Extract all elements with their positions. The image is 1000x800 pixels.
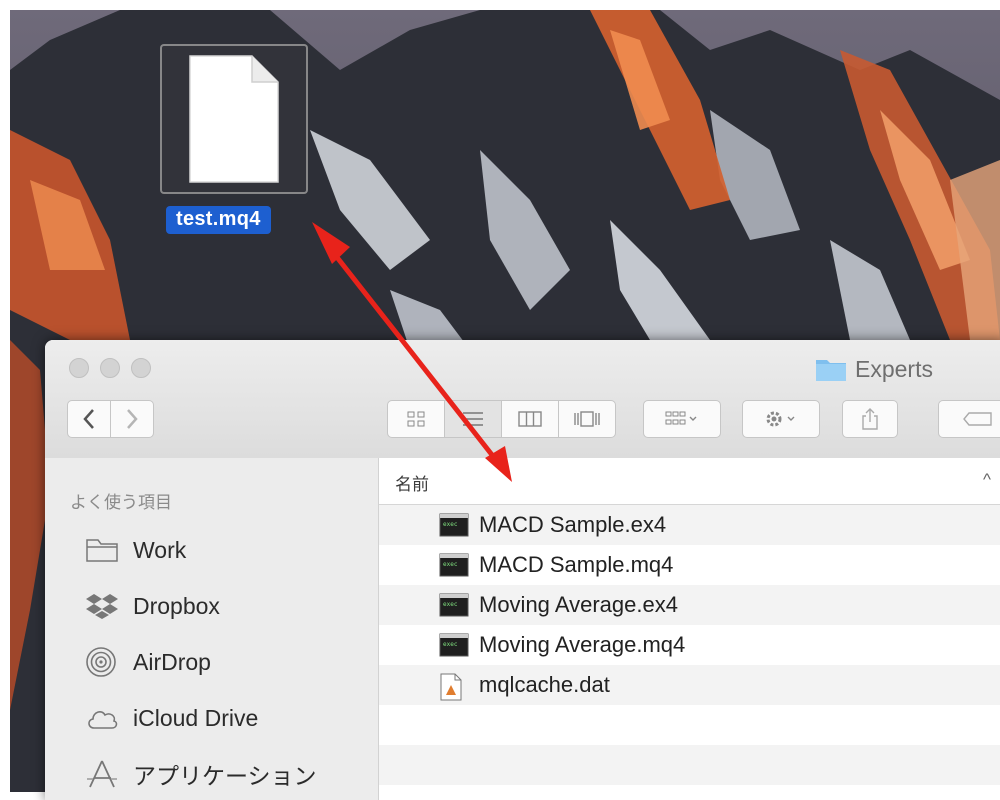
document-icon: [189, 55, 279, 183]
sidebar-item-icloud-drive[interactable]: iCloud Drive: [85, 700, 258, 736]
sidebar-item-dropbox[interactable]: Dropbox: [85, 588, 220, 624]
sidebar-item-label: Work: [133, 536, 187, 563]
sidebar-item-label: アプリケーション: [133, 763, 317, 789]
column-header-row: 名前 ^: [379, 458, 1000, 505]
file-row[interactable]: exec MACD Sample.mq4: [379, 545, 1000, 585]
back-icon: [83, 409, 94, 429]
sidebar-item-applications[interactable]: アプリケーション: [85, 756, 317, 792]
applications-icon: [87, 760, 117, 788]
data-file-icon: [440, 673, 462, 701]
back-button[interactable]: [67, 400, 111, 438]
close-button[interactable]: [69, 358, 89, 378]
finder-window: Experts よく使う項目 Work Dropbox AirDrop iClo…: [45, 340, 1000, 800]
sidebar-item-airdrop[interactable]: AirDrop: [85, 644, 211, 680]
svg-text:exec: exec: [443, 641, 458, 648]
svg-text:exec: exec: [443, 521, 458, 528]
sidebar: よく使う項目 Work Dropbox AirDrop iCloud Drive…: [45, 458, 379, 800]
file-row[interactable]: exec Moving Average.mq4: [379, 625, 1000, 665]
forward-icon: [127, 409, 138, 429]
file-name: MACD Sample.mq4: [479, 552, 674, 577]
share-icon: [862, 408, 878, 430]
icon-view-icon: [407, 411, 425, 427]
desktop-file-selection[interactable]: [160, 44, 308, 194]
arrange-button[interactable]: [643, 400, 721, 438]
window-title: Experts: [815, 354, 933, 384]
file-name: MACD Sample.ex4: [479, 512, 667, 537]
file-row[interactable]: exec Moving Average.ex4: [379, 585, 1000, 625]
column-view-icon: [518, 411, 542, 427]
file-row[interactable]: exec MACD Sample.ex4: [379, 505, 1000, 545]
coverflow-view-button[interactable]: [558, 400, 616, 438]
cloud-icon: [88, 710, 118, 729]
empty-row: [379, 705, 1000, 745]
empty-row: [379, 745, 1000, 785]
sidebar-item-work[interactable]: Work: [85, 532, 186, 568]
desktop-file-name[interactable]: test.mq4: [166, 206, 271, 234]
gear-icon: [766, 411, 795, 427]
sidebar-heading: よく使う項目: [70, 493, 172, 512]
forward-button[interactable]: [110, 400, 154, 438]
executable-icon: exec: [439, 633, 469, 657]
executable-icon: exec: [439, 593, 469, 617]
window-title-text: Experts: [855, 355, 933, 382]
file-name: Moving Average.ex4: [479, 592, 678, 617]
coverflow-view-icon: [574, 411, 600, 427]
sidebar-item-label: Dropbox: [133, 592, 220, 619]
dropbox-icon: [86, 594, 118, 619]
share-button[interactable]: [842, 400, 898, 438]
column-header-name[interactable]: 名前: [395, 470, 429, 495]
sidebar-item-label: iCloud Drive: [133, 704, 259, 731]
list-view-button[interactable]: [444, 400, 502, 438]
svg-text:exec: exec: [443, 601, 458, 608]
icon-view-button[interactable]: [387, 400, 445, 438]
column-view-button[interactable]: [501, 400, 559, 438]
tags-button[interactable]: [938, 400, 1000, 438]
file-name: mqlcache.dat: [479, 672, 610, 697]
sidebar-item-label: AirDrop: [133, 648, 211, 675]
folder-icon: [816, 360, 846, 381]
file-name: Moving Average.mq4: [479, 632, 686, 657]
minimize-button[interactable]: [100, 358, 120, 378]
executable-icon: exec: [439, 553, 469, 577]
tag-icon: [963, 412, 992, 426]
arrange-icon: [665, 411, 697, 425]
sort-indicator: ^: [983, 470, 991, 489]
titlebar: Experts: [45, 340, 1000, 459]
file-list: 名前 ^ exec MACD Sample.ex4 exec MACD Samp…: [379, 458, 1000, 800]
list-view-icon: [463, 412, 483, 426]
svg-text:exec: exec: [443, 561, 458, 568]
action-button[interactable]: [742, 400, 820, 438]
folder-icon: [86, 539, 118, 562]
file-row[interactable]: mqlcache.dat: [379, 665, 1000, 705]
zoom-button[interactable]: [131, 358, 151, 378]
airdrop-icon: [86, 647, 116, 677]
executable-icon: exec: [439, 513, 469, 537]
